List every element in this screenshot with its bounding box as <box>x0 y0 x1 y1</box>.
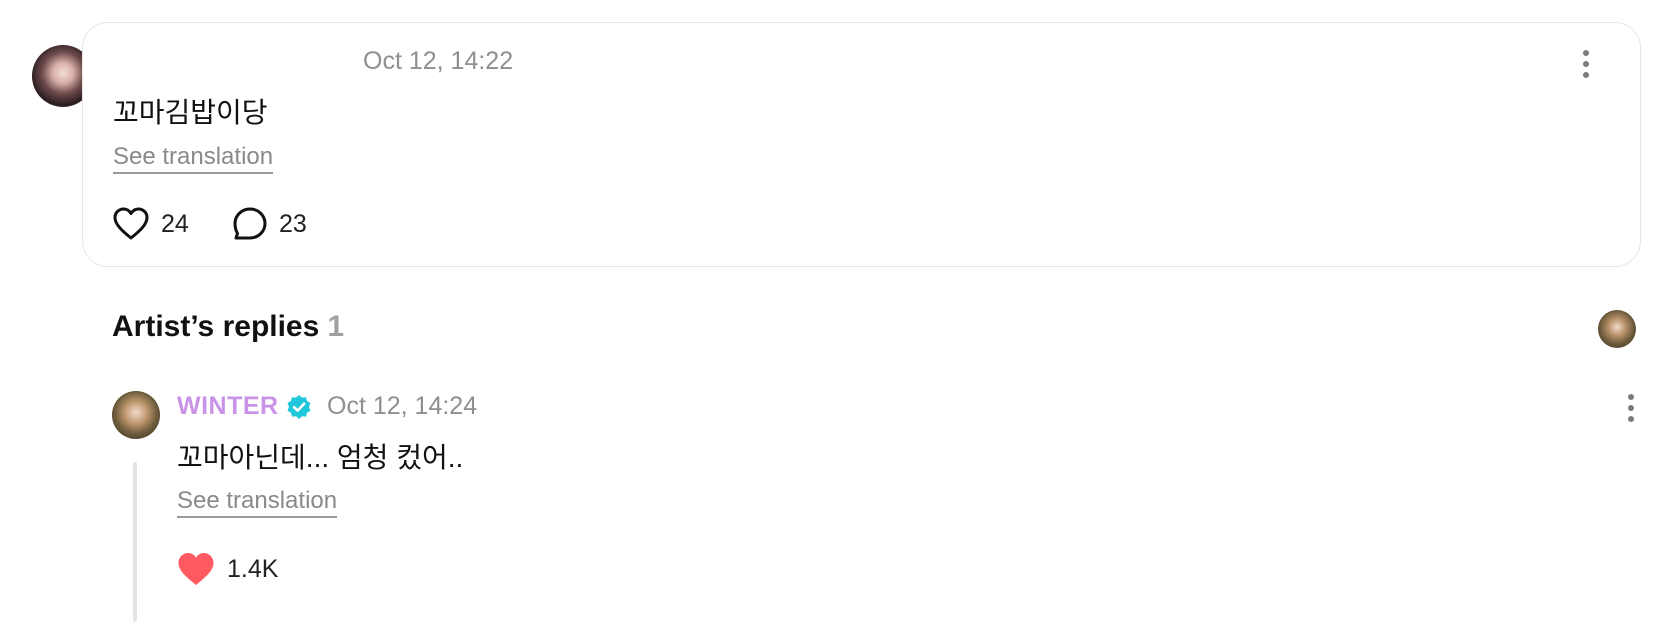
reply-author-name[interactable]: WINTER <box>177 392 279 421</box>
reply-like-count: 1.4K <box>227 555 279 583</box>
thread-line <box>133 462 137 622</box>
see-translation-link[interactable]: See translation <box>177 487 338 518</box>
comment-bubble-icon <box>233 207 267 240</box>
post-card: Oct 12, 14:22 꼬마김밥이당 See translation 24 … <box>82 22 1641 267</box>
verified-badge-icon <box>287 395 311 419</box>
heart-filled-icon <box>178 553 214 585</box>
heart-outline-icon <box>113 207 149 240</box>
artist-replies-count: 1 <box>327 310 344 343</box>
artist-replies-heading: Artist’s replies 1 <box>112 310 344 344</box>
post-text: 꼬마김밥이당 <box>113 97 268 128</box>
artist-replies-title: Artist’s replies <box>112 310 320 343</box>
like-count: 24 <box>161 209 189 238</box>
reply-author-avatar[interactable] <box>112 391 160 439</box>
reply-like-button[interactable]: 1.4K <box>177 552 278 587</box>
comment-button[interactable]: 23 <box>233 207 307 241</box>
reply-text: 꼬마아닌데... 엄청 컸어.. <box>177 442 464 473</box>
comment-count: 23 <box>279 209 307 238</box>
more-vertical-icon[interactable] <box>1583 50 1589 78</box>
reply-timestamp: Oct 12, 14:24 <box>327 392 478 420</box>
like-button[interactable]: 24 <box>113 207 189 241</box>
post-timestamp: Oct 12, 14:22 <box>363 47 514 75</box>
see-translation-link[interactable]: See translation <box>113 143 274 174</box>
more-vertical-icon[interactable] <box>1628 394 1634 422</box>
artist-avatar-small[interactable] <box>1598 310 1636 348</box>
